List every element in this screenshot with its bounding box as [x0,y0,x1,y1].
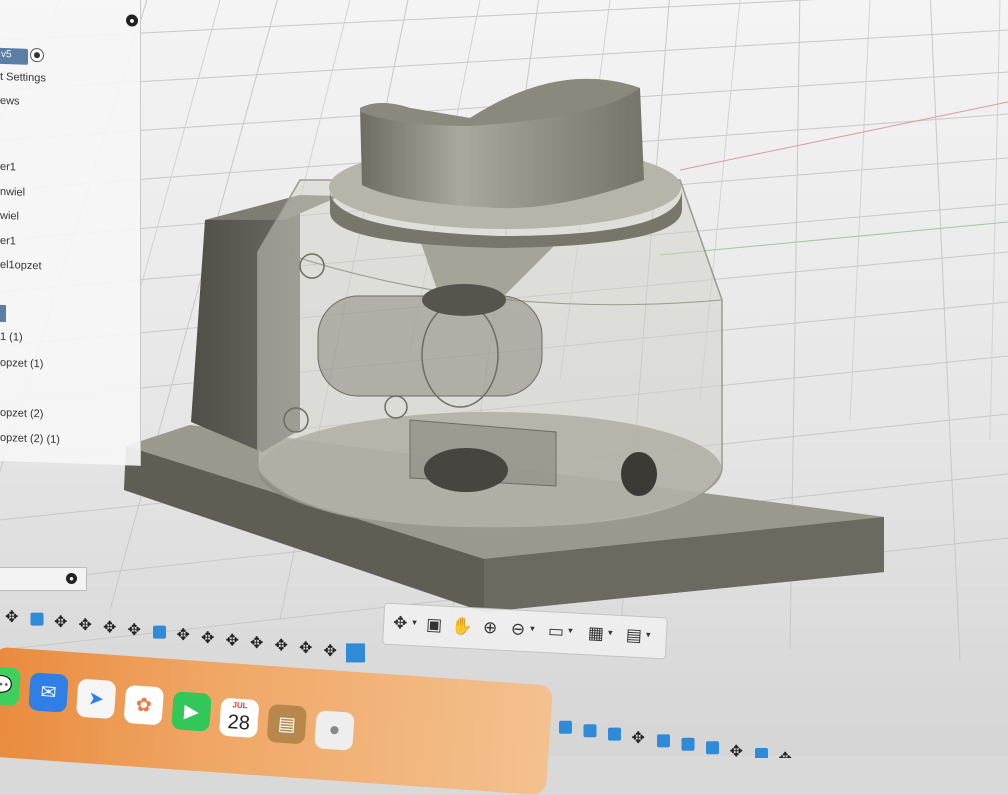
notes-app-icon[interactable]: ▤ [266,703,308,745]
move-feature-icon[interactable]: ✥ [250,635,263,652]
extrude-feature-icon[interactable] [559,720,572,734]
extrude-feature-icon[interactable] [706,741,719,755]
calendar-month: JUL [232,700,248,711]
move-feature-icon[interactable]: ✥ [632,730,645,747]
extrude-feature-icon[interactable] [583,724,597,738]
inner-cylinder[interactable] [317,295,543,397]
extrude-feature-icon[interactable] [608,727,621,741]
browser-item[interactable]: t Settings [0,71,46,85]
browser-panel[interactable]: ● v5 t Settings ews er1 nwiel wiel er1 e… [0,0,141,466]
side-hole [621,452,657,496]
browser-item[interactable]: el1opzet [0,259,42,272]
move-feature-icon[interactable]: ✥ [128,622,141,639]
app-icon[interactable]: ● [314,710,355,751]
move-feature-icon[interactable]: ✥ [201,630,214,647]
browser-item[interactable]: wiel [0,210,19,223]
move-feature-icon[interactable]: ✥ [275,638,288,655]
move-feature-icon[interactable]: ✥ [226,632,239,649]
move-feature-icon[interactable]: ✥ [177,627,190,644]
extrude-feature-icon[interactable] [657,734,670,748]
version-badge: v5 [0,47,28,65]
calendar-day: 28 [226,711,251,735]
mail-app-icon[interactable]: ✉ [28,672,69,713]
browser-item[interactable]: nwiel [0,186,25,199]
extrude-feature-icon[interactable] [755,748,768,758]
browser-item[interactable]: opzet (2) (1) [0,432,60,446]
browser-item[interactable]: ews [0,95,20,108]
move-feature-icon[interactable]: ✥ [54,614,67,631]
move-feature-icon[interactable]: ✥ [103,619,116,636]
selected-item[interactable]: 1 [0,304,6,323]
selected-feature-icon[interactable] [346,643,365,663]
browser-item[interactable]: er1 [0,235,16,248]
move-feature-icon[interactable]: ✥ [79,617,92,634]
facetime-app-icon[interactable]: ▶ [171,691,212,732]
move-feature-icon[interactable]: ✥ [299,640,312,657]
photos-app-icon[interactable]: ✿ [123,684,165,726]
messages-app-icon[interactable]: 💬 [0,665,22,707]
bore-hole [424,448,508,492]
calendar-app-icon[interactable]: JUL 28 [218,697,260,739]
close-icon[interactable]: ● [126,14,138,27]
browser-item[interactable]: er1 [0,161,16,174]
extrude-feature-icon[interactable] [681,737,695,751]
move-feature-icon[interactable]: ✥ [324,643,337,660]
move-feature-icon[interactable]: ✥ [5,609,18,626]
browser-item[interactable]: opzet (1) [0,357,43,371]
extrude-feature-icon[interactable] [30,612,44,626]
move-feature-icon[interactable]: ✥ [779,750,792,758]
browser-item[interactable]: 1 (1) [0,331,23,344]
close-icon[interactable]: ● [66,573,77,584]
maps-app-icon[interactable]: ➤ [75,678,117,720]
comments-panel[interactable]: ● [0,567,87,591]
extrude-feature-icon[interactable] [153,625,166,639]
activate-radio[interactable] [30,47,44,63]
browser-item[interactable]: opzet (2) [0,407,43,421]
